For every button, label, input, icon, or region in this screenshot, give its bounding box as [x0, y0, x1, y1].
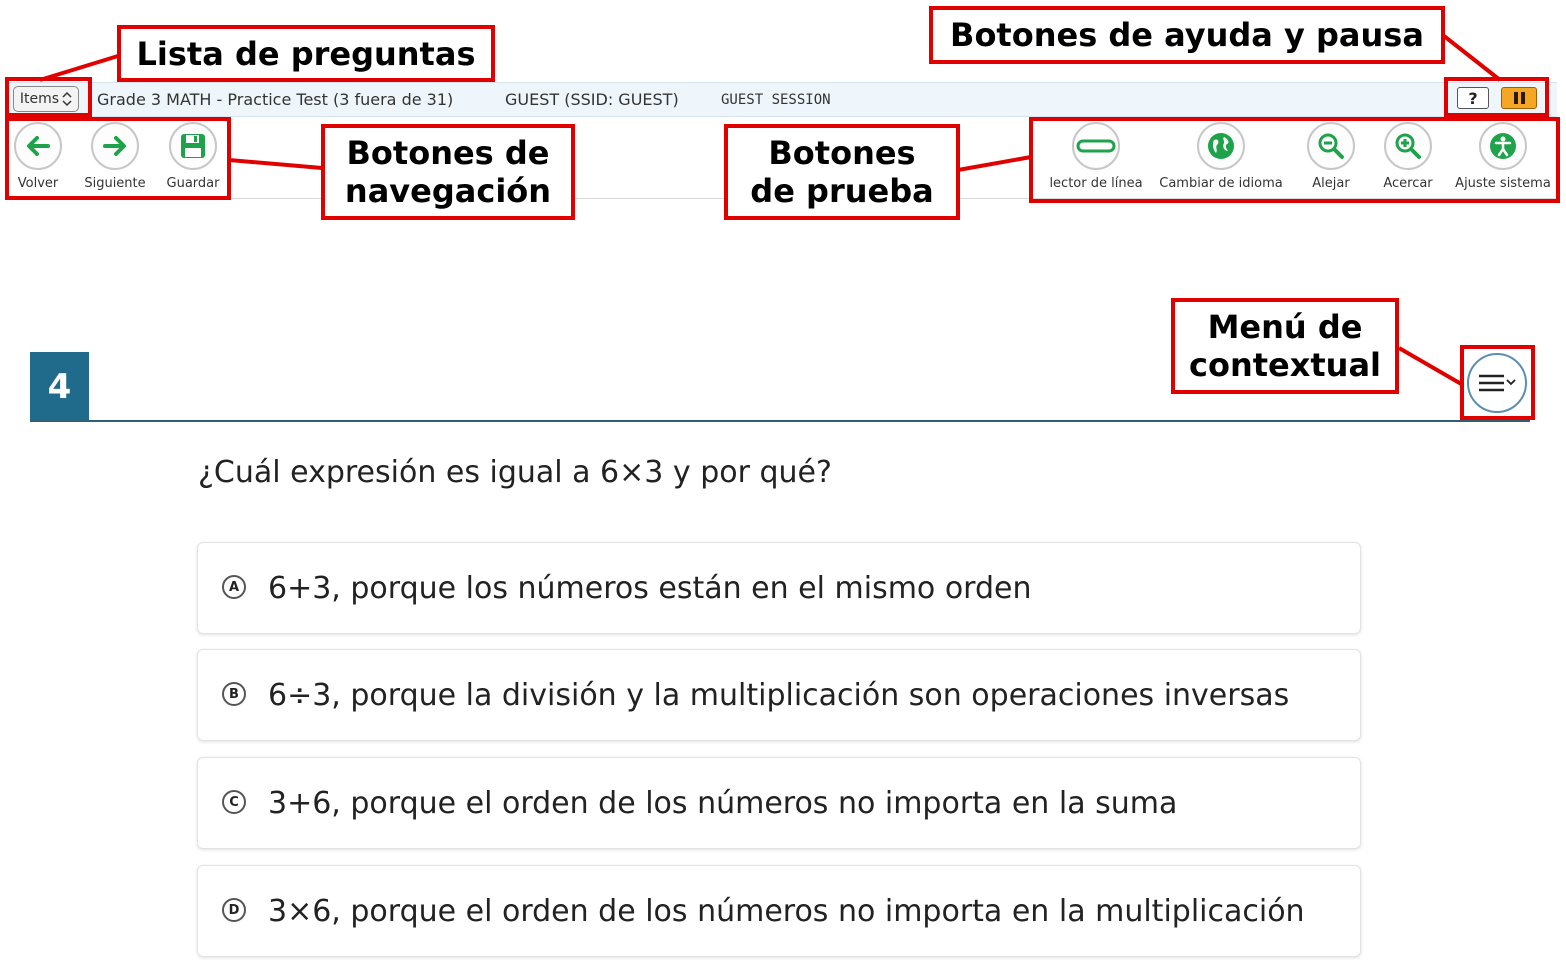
annotation-navigation: Botones de navegación: [321, 124, 575, 220]
option-text-b: 6÷3, porque la división y la multiplicac…: [268, 678, 1290, 713]
question-number: 4: [30, 352, 89, 422]
option-letter-d: D: [222, 898, 246, 922]
option-letter-a: A: [222, 575, 246, 599]
help-pause-highlight: [1444, 77, 1549, 117]
answer-option-c[interactable]: C 3+6, porque el orden de los números no…: [197, 757, 1361, 849]
menu-lines-icon: [1479, 374, 1516, 392]
option-text-c: 3+6, porque el orden de los números no i…: [268, 786, 1178, 821]
annotation-test-buttons: Botones de prueba: [724, 124, 960, 220]
option-letter-c: C: [222, 790, 246, 814]
answer-option-d[interactable]: D 3×6, porque el orden de los números no…: [197, 865, 1361, 957]
question-prompt: ¿Cuál expresión es igual a 6×3 y por qué…: [198, 455, 832, 490]
navigation-highlight: [5, 117, 231, 200]
option-letter-b: B: [222, 682, 246, 706]
option-text-a: 6+3, porque los números están en el mism…: [268, 571, 1032, 606]
annotation-question-list: Lista de preguntas: [117, 25, 495, 82]
question-list-highlight: [5, 77, 92, 117]
option-text-d: 3×6, porque el orden de los números no i…: [268, 894, 1305, 929]
answer-option-a[interactable]: A 6+3, porque los números están en el mi…: [197, 542, 1361, 634]
answer-option-b[interactable]: B 6÷3, porque la división y la multiplic…: [197, 649, 1361, 741]
question-header-line: [30, 420, 1530, 422]
test-tools-highlight: [1029, 117, 1560, 203]
annotation-help-pause: Botones de ayuda y pausa: [929, 6, 1445, 64]
annotation-context-menu: Menú de contextual: [1171, 298, 1399, 394]
context-menu-button[interactable]: [1467, 353, 1527, 413]
